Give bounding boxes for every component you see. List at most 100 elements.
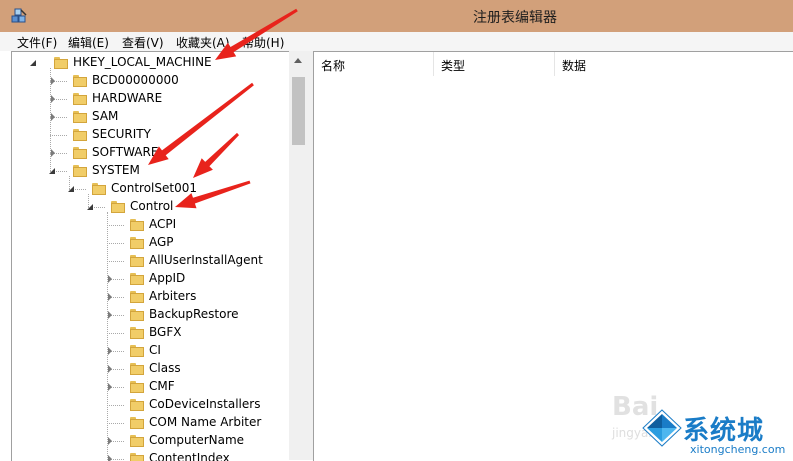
registry-tree[interactable]: HKEY_LOCAL_MACHINE BCD00000000 HARDWARE SAM…: [11, 51, 309, 461]
folder-icon: [73, 147, 87, 159]
xitongcheng-brand: 系统城: [683, 416, 765, 446]
collapsed-arrow-icon[interactable]: [106, 383, 114, 391]
tree-scrollbar[interactable]: [289, 51, 308, 460]
tree-node[interactable]: SECURITY: [12, 126, 292, 144]
tree-node[interactable]: BackupRestore: [12, 306, 292, 324]
tree-node[interactable]: AppID: [12, 270, 292, 288]
tree-node-label: Arbiters: [149, 289, 197, 303]
folder-icon: [130, 381, 144, 393]
tree-node[interactable]: Control: [12, 198, 292, 216]
tree-node[interactable]: SOFTWARE: [12, 144, 292, 162]
scroll-up-button[interactable]: [289, 51, 308, 70]
tree-node-label: SECURITY: [92, 127, 151, 141]
collapsed-arrow-icon[interactable]: [49, 113, 57, 121]
column-type[interactable]: 类型: [434, 52, 555, 76]
folder-icon: [73, 111, 87, 123]
tree-node[interactable]: BGFX: [12, 324, 292, 342]
tree-node[interactable]: ComputerName: [12, 432, 292, 450]
menu-edit[interactable]: 编辑(E): [68, 34, 109, 51]
tree-node-label: AppID: [149, 271, 186, 285]
tree-node-label: SAM: [92, 109, 119, 123]
tree-node-label: ComputerName: [149, 433, 245, 447]
collapsed-arrow-icon[interactable]: [49, 95, 57, 103]
tree-node-label: BGFX: [149, 325, 182, 339]
tree-node[interactable]: SAM: [12, 108, 292, 126]
collapsed-arrow-icon[interactable]: [106, 293, 114, 301]
tree-node[interactable]: COM Name Arbiter: [12, 414, 292, 432]
folder-icon: [130, 255, 144, 267]
menu-bar: 文件(F) 编辑(E) 查看(V) 收藏夹(A) 帮助(H): [0, 32, 793, 51]
menu-file[interactable]: 文件(F): [17, 34, 57, 51]
menu-view[interactable]: 查看(V): [122, 34, 164, 51]
folder-icon: [73, 75, 87, 87]
collapsed-arrow-icon[interactable]: [106, 347, 114, 355]
folder-icon: [130, 345, 144, 357]
expanded-arrow-icon[interactable]: [87, 203, 95, 211]
tree-node[interactable]: CI: [12, 342, 292, 360]
collapsed-arrow-icon[interactable]: [106, 437, 114, 445]
expanded-arrow-icon[interactable]: [68, 185, 76, 193]
tree-node-label: AllUserInstallAgent: [149, 253, 263, 267]
tree-node-label: ACPI: [149, 217, 177, 231]
tree-node[interactable]: AGP: [12, 234, 292, 252]
menu-favorites[interactable]: 收藏夹(A): [176, 34, 230, 51]
folder-icon: [130, 273, 144, 285]
tree-node-label: AGP: [149, 235, 174, 249]
tree-node[interactable]: Class: [12, 360, 292, 378]
collapsed-arrow-icon[interactable]: [106, 275, 114, 283]
collapsed-arrow-icon[interactable]: [106, 311, 114, 319]
expanded-arrow-icon[interactable]: [49, 167, 57, 175]
tree-node[interactable]: ContentIndex: [12, 450, 292, 461]
tree-node[interactable]: HARDWARE: [12, 90, 292, 108]
tree-node-label: HARDWARE: [92, 91, 163, 105]
title-bar: 注册表编辑器: [0, 0, 793, 32]
tree-node[interactable]: ControlSet001: [12, 180, 292, 198]
folder-icon: [73, 165, 87, 177]
column-name-label: 名称: [321, 59, 346, 73]
folder-icon: [111, 201, 125, 213]
scroll-thumb[interactable]: [292, 77, 305, 145]
folder-icon: [130, 417, 144, 429]
tree-node-label: HKEY_LOCAL_MACHINE: [73, 55, 212, 69]
values-list[interactable]: 名称 类型 数据: [313, 51, 793, 461]
column-type-label: 类型: [441, 59, 466, 73]
tree-node-label: CMF: [149, 379, 175, 393]
tree-node-label: CI: [149, 343, 161, 357]
collapsed-arrow-icon[interactable]: [106, 455, 114, 461]
tree-node[interactable]: AllUserInstallAgent: [12, 252, 292, 270]
collapsed-arrow-icon[interactable]: [106, 365, 114, 373]
folder-icon: [130, 219, 144, 231]
folder-icon: [54, 57, 68, 69]
column-name[interactable]: 名称: [314, 52, 434, 76]
xitongcheng-logo-icon: [642, 409, 682, 447]
tree-node[interactable]: CMF: [12, 378, 292, 396]
folder-icon: [73, 129, 87, 141]
folder-icon: [130, 363, 144, 375]
collapsed-arrow-icon[interactable]: [49, 77, 57, 85]
expanded-arrow-icon[interactable]: [30, 59, 38, 67]
tree-node-label: SOFTWARE: [92, 145, 159, 159]
tree-node[interactable]: HKEY_LOCAL_MACHINE: [12, 54, 292, 72]
tree-node-label: COM Name Arbiter: [149, 415, 262, 429]
menu-help[interactable]: 帮助(H): [242, 34, 284, 51]
folder-icon: [130, 399, 144, 411]
tree-node[interactable]: SYSTEM: [12, 162, 292, 180]
tree-node-label: Class: [149, 361, 181, 375]
collapsed-arrow-icon[interactable]: [49, 149, 57, 157]
window-title: 注册表编辑器: [473, 10, 557, 26]
folder-icon: [73, 93, 87, 105]
folder-icon: [130, 237, 144, 249]
tree-node-label: BackupRestore: [149, 307, 239, 321]
tree-node-label: Control: [130, 199, 174, 213]
folder-icon: [92, 183, 106, 195]
tree-node[interactable]: CoDeviceInstallers: [12, 396, 292, 414]
folder-icon: [130, 327, 144, 339]
folder-icon: [130, 309, 144, 321]
tree-node[interactable]: ACPI: [12, 216, 292, 234]
tree-node-label: CoDeviceInstallers: [149, 397, 261, 411]
column-data[interactable]: 数据: [555, 52, 793, 76]
folder-icon: [130, 291, 144, 303]
tree-node[interactable]: BCD00000000: [12, 72, 292, 90]
tree-node[interactable]: Arbiters: [12, 288, 292, 306]
folder-icon: [130, 435, 144, 447]
